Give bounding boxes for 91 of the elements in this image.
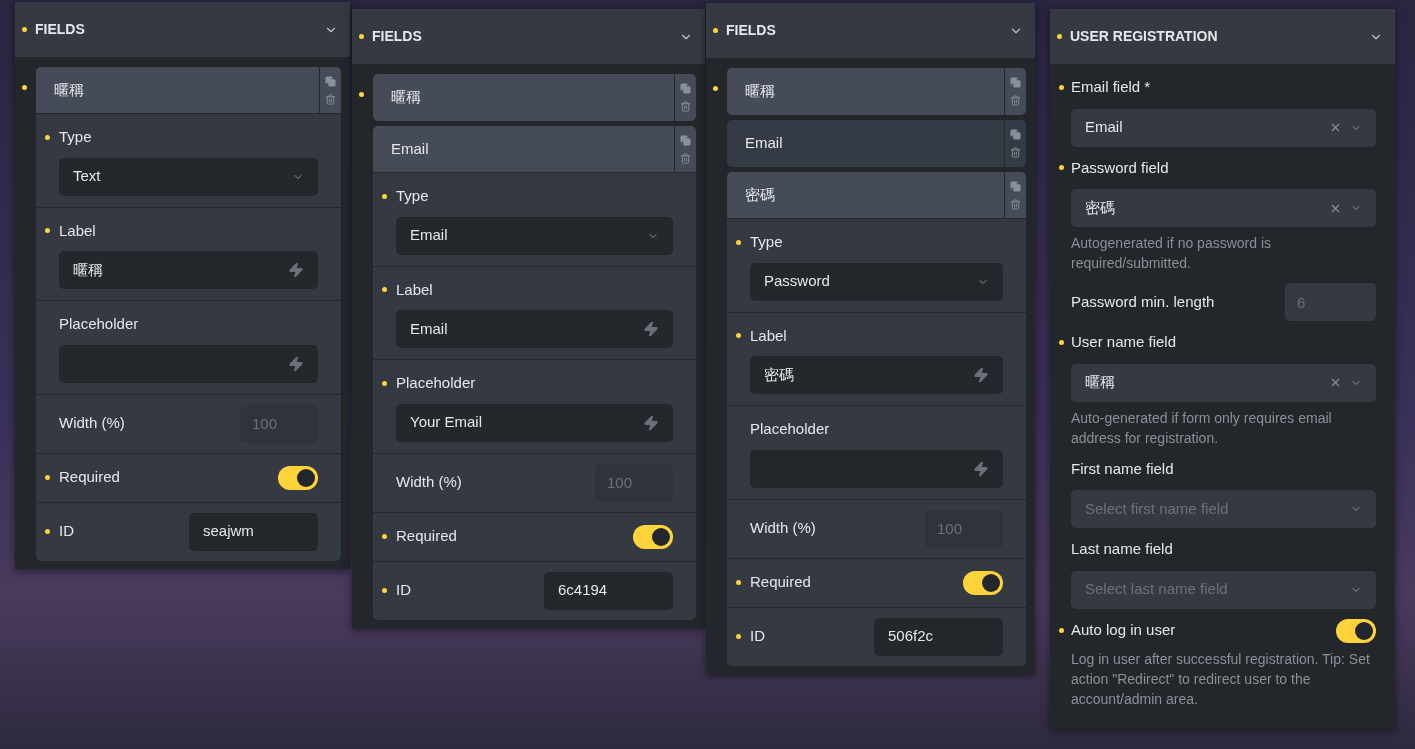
lightning-icon [643,321,659,337]
panel-header[interactable]: FIELDS [352,9,705,64]
setting-label: Placeholder [59,314,139,334]
repeater-item-header[interactable]: 暱稱 [36,67,341,114]
setting-label: Width (%) [750,518,816,539]
setting-description: Auto-generated if form only requires email address for registration. [1071,408,1333,448]
item-title: 密碼 [744,184,776,205]
lightning-icon [643,414,659,431]
repeater-item-header[interactable]: Email [373,126,696,173]
setting-label: Password min. length [1071,291,1215,312]
clear-icon[interactable] [1329,121,1342,134]
panel-title: FIELDS [35,20,85,39]
select-field[interactable]: 暱稱 [1071,363,1376,402]
setting-label: Type [59,127,92,147]
copy-icon[interactable] [680,134,691,146]
setting-label: Required [59,467,120,488]
number-field[interactable]: 6 [1285,283,1376,321]
setting-label: ID [396,580,411,601]
setting-label: Type [750,232,783,252]
trash-icon[interactable] [680,152,691,164]
panel-title: USER REGISTRATION [1070,27,1218,46]
setting-label: Placeholder [750,419,830,439]
input-field[interactable]: 暱稱 [59,251,318,289]
panel-title: FIELDS [372,27,422,46]
input-field[interactable]: Your Email [396,403,673,442]
setting-label: Width (%) [396,472,462,493]
repeater-item-header[interactable]: 暱稱 [373,74,696,121]
copy-icon[interactable] [680,83,691,94]
select-field[interactable]: Password [750,262,1003,301]
lightning-icon [973,460,989,477]
setting-label: First name field [1071,458,1174,479]
number-field[interactable]: 100 [595,463,673,502]
trash-icon[interactable] [1010,147,1021,158]
repeater-item-header[interactable]: 密碼 [727,172,1026,219]
setting-label: Email field * [1071,77,1151,97]
lightning-icon [288,262,304,278]
setting-label: Type [396,186,429,206]
id-field[interactable]: seajwm [189,512,318,551]
copy-icon[interactable] [1010,129,1021,140]
input-field[interactable] [750,449,1003,488]
setting-label: Label [750,325,787,346]
copy-icon[interactable] [1010,180,1021,192]
panel-header[interactable]: USER REGISTRATION [1050,9,1395,64]
select-field[interactable]: 密碼 [1071,189,1376,227]
item-title: 暱稱 [390,87,422,108]
lightning-icon [973,367,989,383]
trash-icon[interactable] [325,93,336,105]
item-title: Email [744,133,784,154]
setting-description: Log in user after successful registration. Tip: Set action "Redirect" to redirect user to the account/admin area. [1071,649,1371,709]
item-title: 暱稱 [744,81,776,102]
id-field[interactable]: 6c4194 [544,571,673,610]
setting-label: Placeholder [396,373,476,393]
setting-label: Required [396,526,457,547]
toggle-switch[interactable] [278,465,318,490]
setting-label: Label [396,279,433,300]
item-title: 暱稱 [53,79,85,100]
setting-label: User name field [1071,332,1177,352]
select-field[interactable]: Text [59,157,318,196]
panel-header[interactable]: FIELDS [706,3,1035,58]
input-field[interactable]: Email [396,310,673,348]
panel-header[interactable]: FIELDS [15,2,350,57]
select-field[interactable]: Email [1071,108,1376,147]
setting-label: Last name field [1071,539,1173,559]
lightning-icon [288,355,304,372]
copy-icon[interactable] [325,75,336,87]
id-field[interactable]: 506f2c [874,617,1003,656]
trash-icon[interactable] [1010,198,1021,210]
number-field[interactable]: 100 [925,509,1003,548]
toggle-switch[interactable] [633,524,673,549]
setting-label: Password field [1071,157,1169,178]
trash-icon[interactable] [680,101,691,112]
copy-icon[interactable] [1010,77,1021,88]
setting-label: Label [59,220,96,241]
number-field[interactable]: 100 [240,404,318,443]
repeater-item-header[interactable]: Email [727,120,1026,167]
panel-title: FIELDS [726,21,776,40]
input-field[interactable]: 密碼 [750,356,1003,394]
trash-icon[interactable] [1010,95,1021,106]
setting-label: Required [750,572,811,593]
setting-label: Auto log in user [1071,620,1176,641]
setting-label: ID [750,626,765,647]
clear-icon[interactable] [1329,376,1342,389]
setting-description: Autogenerated if no password is required/submitted. [1071,234,1272,273]
toggle-switch[interactable] [963,570,1003,595]
repeater-item-header[interactable]: 暱稱 [727,68,1026,115]
input-field[interactable] [59,344,318,383]
setting-label: Width (%) [59,413,125,434]
setting-label: ID [59,521,74,542]
item-title: Email [390,138,430,159]
toggle-switch[interactable] [1336,618,1376,643]
select-field[interactable]: Email [396,216,673,255]
